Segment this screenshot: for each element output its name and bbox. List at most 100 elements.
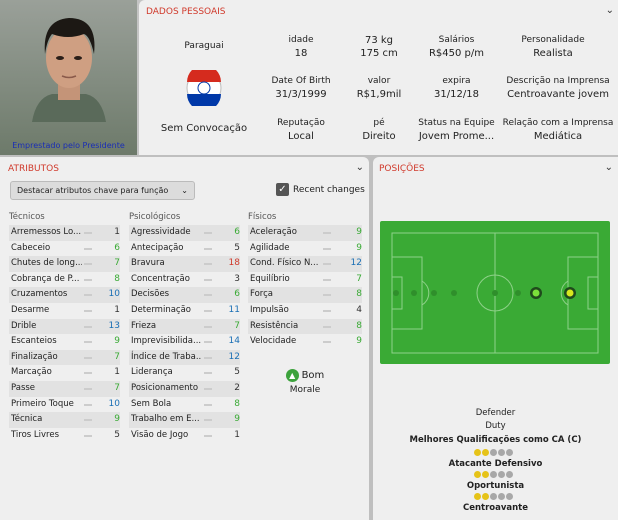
attribute-row[interactable]: Passe 7 — [9, 381, 120, 397]
attribute-trend — [84, 403, 92, 406]
attribute-row[interactable]: Imprevisibilida... 14 — [129, 334, 240, 350]
attribute-value: 7 — [234, 320, 240, 331]
attribute-row[interactable]: Sem Bola 8 — [129, 397, 240, 413]
attribute-row[interactable]: Índice de Traba... 12 — [129, 349, 240, 366]
attribute-trend — [204, 278, 212, 281]
attribute-row[interactable]: Cabeceio 6 — [9, 241, 120, 257]
attribute-name: Impulsão — [250, 305, 289, 315]
nation-label: Paraguai — [184, 41, 224, 51]
attribute-name: Índice de Traba... — [131, 351, 202, 362]
attribute-name: Cond. Físico N... — [250, 258, 319, 269]
attribute-row[interactable]: Arremessos Lo... 1 — [9, 225, 120, 241]
attribute-row[interactable]: Cond. Físico N... 12 — [248, 256, 362, 272]
morale-indicator[interactable]: ▲ Bom Morale — [270, 369, 340, 395]
wage-field[interactable]: Salários R$450 p/m — [414, 34, 499, 60]
attribute-row[interactable]: Marcação 1 — [9, 365, 120, 381]
nation-flag-icon[interactable] — [186, 70, 222, 106]
attribute-trend — [323, 325, 331, 328]
chevron-down-icon[interactable]: ⌄ — [356, 162, 364, 173]
attribute-row[interactable]: Força 8 — [248, 287, 362, 303]
star-icon — [490, 471, 497, 478]
role-name[interactable]: Centroavante — [373, 503, 618, 513]
attribute-trend — [323, 263, 331, 266]
attribute-row[interactable]: Cobrança de P... 8 — [9, 272, 120, 288]
attribute-name: Agressividade — [131, 227, 191, 237]
attribute-row[interactable]: Resistência 8 — [248, 318, 362, 335]
attribute-value: 12 — [228, 351, 240, 362]
attribute-row[interactable]: Concentração 3 — [129, 272, 240, 288]
attribute-value: 3 — [234, 273, 240, 284]
star-icon — [490, 449, 497, 456]
attribute-name: Trabalho em E... — [131, 414, 200, 425]
attribute-row[interactable]: Decisões 6 — [129, 287, 240, 303]
attribute-row[interactable]: Finalização 7 — [9, 349, 120, 366]
recent-changes-checkbox[interactable]: ✓ Recent changes — [276, 183, 365, 198]
attribute-row[interactable]: Visão de Jogo 1 — [129, 428, 240, 444]
personality-field: Personalidade Realista — [521, 35, 585, 59]
attribute-name: Imprevisibilida... — [131, 336, 202, 347]
chevron-down-icon[interactable]: ⌄ — [605, 162, 613, 173]
attribute-row[interactable]: Tiros Livres 5 — [9, 428, 120, 444]
highlight-role-dropdown[interactable]: Destacar atributos chave para função ⌄ — [10, 181, 195, 200]
attribute-name: Tiros Livres — [11, 429, 60, 440]
media-description-field: Descrição na Imprensa Centroavante jovem — [506, 76, 610, 100]
attribute-trend — [84, 263, 92, 266]
squad-status-field: Status na Equipe Jovem Prome... — [418, 118, 495, 142]
attribute-row[interactable]: Aceleração 9 — [248, 225, 362, 241]
attribute-row[interactable]: Escanteios 9 — [9, 334, 120, 350]
attribute-value: 5 — [234, 367, 240, 378]
attribute-value: 9 — [356, 227, 362, 237]
attribute-name: Técnica — [11, 414, 43, 425]
role-name[interactable]: Oportunista — [373, 481, 618, 491]
attribute-row[interactable]: Primeiro Toque 10 — [9, 397, 120, 413]
attribute-value: 8 — [356, 289, 362, 300]
attribute-row[interactable]: Bravura 18 — [129, 256, 240, 272]
best-roles-heading: Melhores Qualificações como CA (C) — [409, 435, 582, 445]
attribute-row[interactable]: Drible 13 — [9, 318, 120, 335]
attribute-row[interactable]: Agressividade 6 — [129, 225, 240, 241]
attribute-value: 1 — [114, 367, 120, 378]
attribute-value: 9 — [114, 414, 120, 425]
attribute-name: Arremessos Lo... — [11, 227, 82, 237]
attribute-row[interactable]: Chutes de long... 7 — [9, 256, 120, 272]
chevron-down-icon[interactable]: ⌄ — [606, 5, 614, 16]
attribute-name: Desarme — [11, 305, 50, 315]
attribute-row[interactable]: Liderança 5 — [129, 365, 240, 381]
attribute-trend — [323, 278, 331, 281]
attribute-value: 11 — [228, 305, 240, 315]
attribute-name: Concentração — [131, 273, 190, 284]
attribute-name: Decisões — [131, 289, 170, 300]
attribute-row[interactable]: Determinação 11 — [129, 303, 240, 319]
star-icon — [482, 471, 489, 478]
attribute-name: Liderança — [131, 367, 173, 378]
attribute-row[interactable]: Antecipação 5 — [129, 241, 240, 257]
star-icon — [474, 449, 481, 456]
attribute-row[interactable]: Frieza 7 — [129, 318, 240, 335]
body-field: 73 kg 175 cm — [360, 35, 398, 59]
attribute-trend — [204, 247, 212, 250]
attribute-row[interactable]: Posicionamento 2 — [129, 381, 240, 397]
attribute-name: Agilidade — [250, 242, 290, 253]
attribute-trend — [204, 263, 212, 266]
star-icon — [498, 449, 505, 456]
value-field: valor R$1,9mil — [356, 76, 402, 100]
attribute-trend — [84, 388, 92, 390]
attribute-row[interactable]: Trabalho em E... 9 — [129, 412, 240, 428]
attribute-row[interactable]: Velocidade 9 — [248, 334, 362, 350]
attribute-row[interactable]: Desarme 1 — [9, 303, 120, 319]
call-up-status: Sem Convocação — [160, 123, 248, 134]
role-name[interactable]: Atacante Defensivo — [373, 459, 618, 469]
attribute-trend — [204, 419, 212, 422]
attribute-value: 6 — [234, 289, 240, 300]
attribute-trend — [84, 356, 92, 359]
reputation-field: Reputação Local — [277, 118, 325, 142]
attribute-row[interactable]: Impulsão 4 — [248, 303, 362, 319]
attributes-title: ATRIBUTOS — [8, 164, 59, 174]
attribute-row[interactable]: Cruzamentos 10 — [9, 287, 120, 303]
star-icon — [498, 493, 505, 500]
attribute-name: Velocidade — [250, 336, 297, 347]
attribute-row[interactable]: Equilíbrio 7 — [248, 272, 362, 288]
attribute-row[interactable]: Técnica 9 — [9, 412, 120, 428]
attribute-name: Escanteios — [11, 336, 57, 347]
attribute-row[interactable]: Agilidade 9 — [248, 241, 362, 257]
